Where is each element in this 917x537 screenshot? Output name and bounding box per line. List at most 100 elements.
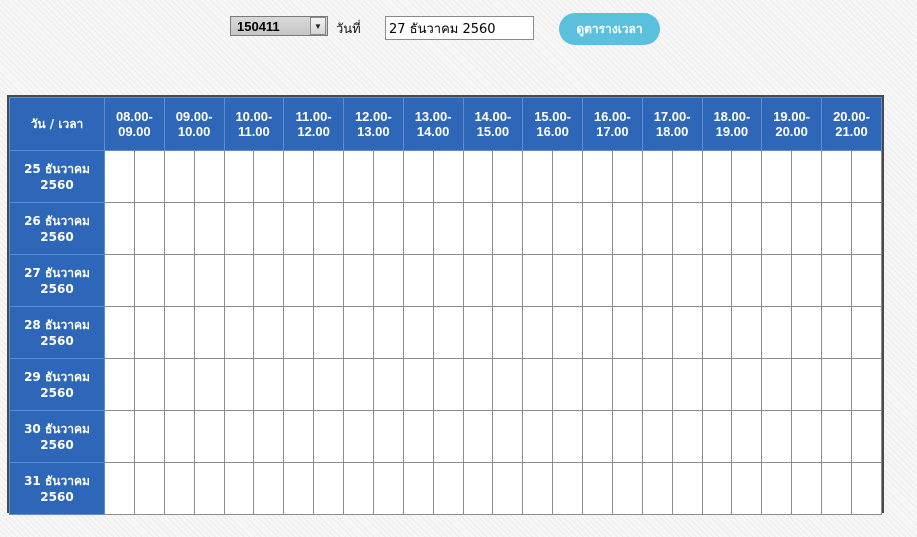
schedule-cell[interactable] bbox=[343, 202, 374, 255]
schedule-cell[interactable] bbox=[313, 202, 344, 255]
schedule-cell[interactable] bbox=[791, 410, 822, 463]
schedule-cell[interactable] bbox=[611, 254, 643, 307]
schedule-cell[interactable] bbox=[791, 254, 822, 307]
schedule-cell[interactable] bbox=[133, 358, 165, 411]
schedule-cell[interactable] bbox=[372, 150, 404, 203]
schedule-cell[interactable] bbox=[701, 202, 733, 255]
schedule-cell[interactable] bbox=[611, 306, 643, 359]
schedule-cell[interactable] bbox=[850, 358, 883, 411]
schedule-cell[interactable] bbox=[283, 254, 315, 307]
schedule-cell[interactable] bbox=[522, 358, 554, 411]
schedule-cell[interactable] bbox=[671, 254, 703, 307]
schedule-cell[interactable] bbox=[552, 462, 583, 515]
schedule-cell[interactable] bbox=[223, 254, 255, 307]
schedule-cell[interactable] bbox=[582, 202, 613, 255]
schedule-cell[interactable] bbox=[611, 410, 643, 463]
schedule-cell[interactable] bbox=[552, 306, 583, 359]
schedule-cell[interactable] bbox=[761, 410, 793, 463]
schedule-cell[interactable] bbox=[193, 254, 225, 307]
schedule-cell[interactable] bbox=[432, 306, 464, 359]
schedule-cell[interactable] bbox=[492, 358, 524, 411]
schedule-cell[interactable] bbox=[313, 358, 344, 411]
schedule-cell[interactable] bbox=[611, 462, 643, 515]
schedule-cell[interactable] bbox=[761, 202, 793, 255]
schedule-cell[interactable] bbox=[641, 462, 673, 515]
schedule-cell[interactable] bbox=[582, 462, 613, 515]
schedule-cell[interactable] bbox=[701, 462, 733, 515]
schedule-cell[interactable] bbox=[731, 254, 763, 307]
schedule-cell[interactable] bbox=[104, 202, 135, 255]
schedule-cell[interactable] bbox=[791, 358, 822, 411]
schedule-cell[interactable] bbox=[671, 462, 703, 515]
schedule-cell[interactable] bbox=[492, 410, 524, 463]
schedule-cell[interactable] bbox=[253, 410, 285, 463]
chevron-down-icon[interactable]: ▼ bbox=[310, 17, 326, 35]
schedule-cell[interactable] bbox=[671, 202, 703, 255]
schedule-cell[interactable] bbox=[731, 462, 763, 515]
schedule-cell[interactable] bbox=[522, 410, 554, 463]
schedule-cell[interactable] bbox=[343, 462, 374, 515]
schedule-cell[interactable] bbox=[582, 306, 613, 359]
schedule-cell[interactable] bbox=[372, 306, 404, 359]
schedule-cell[interactable] bbox=[402, 462, 434, 515]
schedule-cell[interactable] bbox=[104, 150, 135, 203]
schedule-cell[interactable] bbox=[671, 358, 703, 411]
schedule-cell[interactable] bbox=[731, 410, 763, 463]
schedule-cell[interactable] bbox=[133, 150, 165, 203]
schedule-cell[interactable] bbox=[462, 410, 494, 463]
schedule-cell[interactable] bbox=[104, 410, 135, 463]
schedule-cell[interactable] bbox=[223, 410, 255, 463]
schedule-cell[interactable] bbox=[313, 254, 344, 307]
schedule-cell[interactable] bbox=[253, 202, 285, 255]
schedule-cell[interactable] bbox=[701, 254, 733, 307]
schedule-cell[interactable] bbox=[791, 150, 822, 203]
schedule-cell[interactable] bbox=[701, 410, 733, 463]
schedule-cell[interactable] bbox=[791, 202, 822, 255]
schedule-cell[interactable] bbox=[462, 150, 494, 203]
schedule-cell[interactable] bbox=[522, 254, 554, 307]
schedule-cell[interactable] bbox=[462, 462, 494, 515]
schedule-cell[interactable] bbox=[492, 202, 524, 255]
schedule-cell[interactable] bbox=[462, 254, 494, 307]
schedule-cell[interactable] bbox=[343, 254, 374, 307]
schedule-cell[interactable] bbox=[133, 202, 165, 255]
schedule-cell[interactable] bbox=[552, 254, 583, 307]
schedule-cell[interactable] bbox=[552, 358, 583, 411]
schedule-cell[interactable] bbox=[104, 358, 135, 411]
schedule-cell[interactable] bbox=[821, 358, 852, 411]
schedule-cell[interactable] bbox=[253, 462, 285, 515]
schedule-cell[interactable] bbox=[850, 150, 883, 203]
schedule-cell[interactable] bbox=[671, 410, 703, 463]
schedule-cell[interactable] bbox=[791, 306, 822, 359]
schedule-cell[interactable] bbox=[850, 306, 883, 359]
schedule-cell[interactable] bbox=[522, 306, 554, 359]
view-schedule-button[interactable]: ดูตารางเวลา bbox=[559, 13, 660, 45]
room-select[interactable]: 150411 ▼ bbox=[230, 16, 328, 36]
schedule-cell[interactable] bbox=[343, 410, 374, 463]
schedule-cell[interactable] bbox=[462, 202, 494, 255]
schedule-cell[interactable] bbox=[283, 150, 315, 203]
schedule-cell[interactable] bbox=[372, 202, 404, 255]
schedule-cell[interactable] bbox=[343, 150, 374, 203]
schedule-cell[interactable] bbox=[731, 202, 763, 255]
schedule-cell[interactable] bbox=[671, 150, 703, 203]
schedule-cell[interactable] bbox=[701, 150, 733, 203]
schedule-cell[interactable] bbox=[611, 202, 643, 255]
schedule-cell[interactable] bbox=[761, 358, 793, 411]
schedule-cell[interactable] bbox=[283, 202, 315, 255]
schedule-cell[interactable] bbox=[522, 462, 554, 515]
schedule-cell[interactable] bbox=[641, 254, 673, 307]
schedule-cell[interactable] bbox=[283, 358, 315, 411]
schedule-cell[interactable] bbox=[223, 462, 255, 515]
schedule-cell[interactable] bbox=[432, 254, 464, 307]
schedule-cell[interactable] bbox=[343, 306, 374, 359]
schedule-cell[interactable] bbox=[492, 254, 524, 307]
schedule-cell[interactable] bbox=[283, 462, 315, 515]
schedule-cell[interactable] bbox=[761, 462, 793, 515]
schedule-cell[interactable] bbox=[462, 358, 494, 411]
schedule-cell[interactable] bbox=[492, 462, 524, 515]
schedule-cell[interactable] bbox=[193, 306, 225, 359]
date-input[interactable] bbox=[385, 16, 534, 40]
schedule-cell[interactable] bbox=[133, 410, 165, 463]
schedule-cell[interactable] bbox=[343, 358, 374, 411]
